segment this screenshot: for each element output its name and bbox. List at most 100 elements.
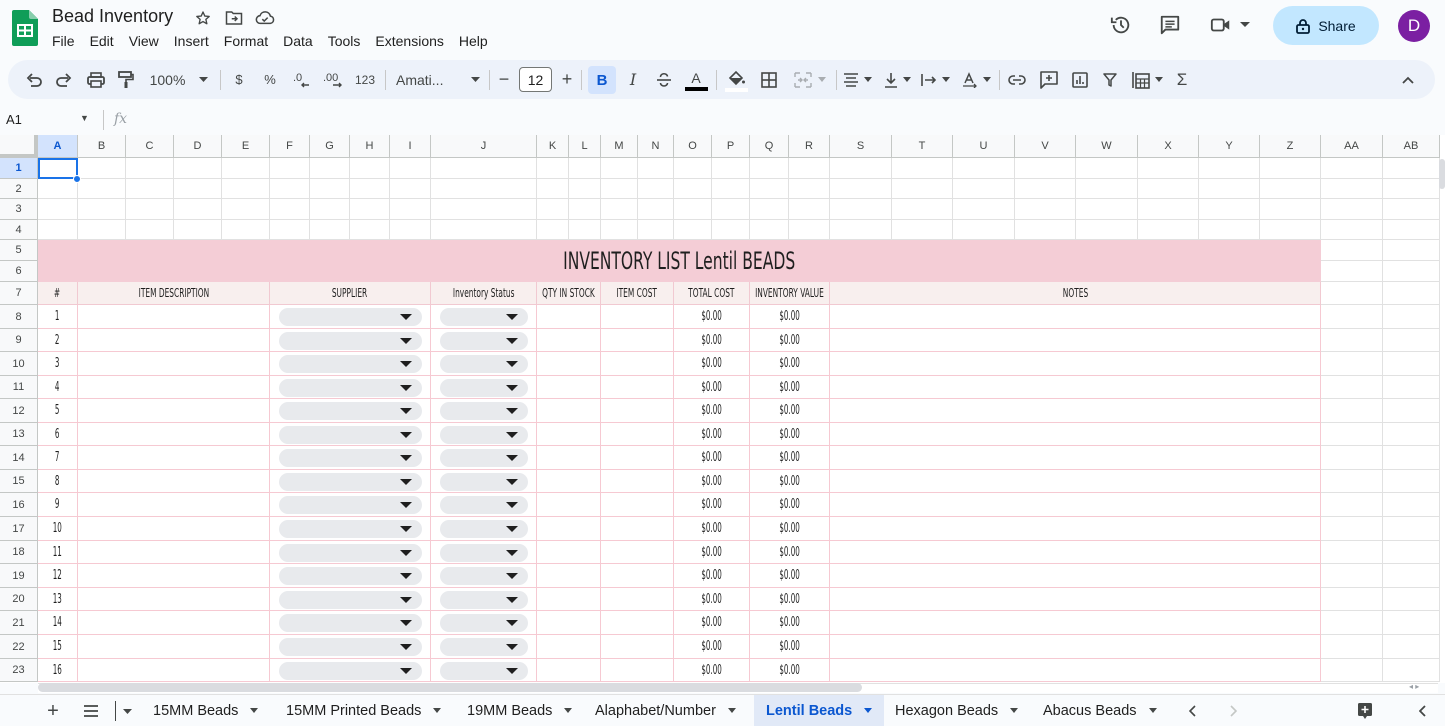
table-cell-notes[interactable]: [830, 470, 1321, 493]
text-rotation-button[interactable]: [958, 60, 994, 99]
table-cell-number[interactable]: 7: [38, 446, 78, 470]
table-cell-item-cost[interactable]: [601, 588, 674, 611]
column-header[interactable]: H: [350, 135, 390, 158]
inventory-status-dropdown[interactable]: [440, 355, 528, 373]
grid-cell[interactable]: [1321, 329, 1383, 352]
merge-cells-button[interactable]: [790, 60, 830, 99]
supplier-dropdown[interactable]: [279, 308, 422, 326]
name-box[interactable]: A1: [6, 112, 22, 127]
table-cell-notes[interactable]: [830, 588, 1321, 611]
more-formats-button[interactable]: 123: [352, 60, 378, 99]
grid-cell[interactable]: [1321, 158, 1383, 179]
supplier-dropdown[interactable]: [279, 567, 422, 585]
table-cell-total-cost[interactable]: $0.00: [674, 470, 750, 493]
table-cell-inventory-value[interactable]: $0.00: [750, 611, 830, 635]
grid-cell[interactable]: [1321, 588, 1383, 611]
grid-cell[interactable]: [1321, 493, 1383, 517]
grid-cell[interactable]: [892, 179, 953, 199]
table-header-notes[interactable]: NOTES: [830, 282, 1321, 305]
filter-views-button[interactable]: [1128, 60, 1166, 99]
grid-cell[interactable]: [390, 220, 431, 240]
grid-cell[interactable]: [953, 199, 1015, 220]
undo-icon[interactable]: [22, 60, 46, 99]
sheet-tab-chevron-down-icon[interactable]: [864, 708, 873, 713]
grid-cell[interactable]: [953, 158, 1015, 179]
grid-cell[interactable]: [789, 158, 830, 179]
table-cell-qty-in-stock[interactable]: [537, 588, 601, 611]
grid-cell[interactable]: [270, 220, 310, 240]
grid-cell[interactable]: [953, 220, 1015, 240]
table-cell-inventory-value[interactable]: $0.00: [750, 446, 830, 470]
table-cell-notes[interactable]: [830, 423, 1321, 446]
supplier-dropdown[interactable]: [279, 449, 422, 467]
row-header[interactable]: 23: [0, 659, 38, 682]
grid-cell[interactable]: [350, 220, 390, 240]
menu-help[interactable]: Help: [451, 32, 495, 50]
table-cell-qty-in-stock[interactable]: [537, 659, 601, 682]
table-cell-item-description[interactable]: [78, 305, 270, 329]
table-cell-item-description[interactable]: [78, 329, 270, 352]
grid-cell[interactable]: [222, 220, 270, 240]
sheet-tab-chevron-down-icon[interactable]: [1010, 708, 1019, 713]
column-header[interactable]: K: [537, 135, 569, 158]
supplier-dropdown[interactable]: [279, 355, 422, 373]
table-cell-notes[interactable]: [830, 635, 1321, 659]
grid-cell[interactable]: [830, 199, 892, 220]
table-cell-number[interactable]: 10: [38, 517, 78, 541]
supplier-dropdown[interactable]: [279, 590, 422, 609]
sheet-banner-title[interactable]: INVENTORY LIST Lentil BEADS: [38, 240, 1321, 282]
grid-cell[interactable]: [310, 220, 350, 240]
table-cell-qty-in-stock[interactable]: [537, 493, 601, 517]
inventory-status-dropdown[interactable]: [440, 378, 528, 397]
inventory-status-dropdown[interactable]: [440, 638, 528, 656]
scroll-tabs-left-chevron-icon[interactable]: [1184, 700, 1202, 722]
grid-cell[interactable]: [174, 220, 222, 240]
table-cell-total-cost[interactable]: $0.00: [674, 305, 750, 329]
grid-cell[interactable]: [789, 220, 830, 240]
table-cell-total-cost[interactable]: $0.00: [674, 611, 750, 635]
row-header[interactable]: 14: [0, 446, 38, 470]
column-header[interactable]: B: [78, 135, 126, 158]
grid-cell[interactable]: [712, 179, 750, 199]
grid-cell[interactable]: [1260, 220, 1321, 240]
vertical-align-button[interactable]: [880, 60, 914, 99]
row-header[interactable]: 9: [0, 329, 38, 352]
select-all-corner[interactable]: [0, 135, 38, 158]
column-header[interactable]: O: [674, 135, 712, 158]
column-header[interactable]: D: [174, 135, 222, 158]
row-header[interactable]: 19: [0, 564, 38, 588]
column-header[interactable]: X: [1138, 135, 1199, 158]
collapse-toolbar-chevron-up-icon[interactable]: [1396, 60, 1420, 99]
avatar[interactable]: D: [1398, 10, 1430, 42]
table-cell-inventory-value[interactable]: $0.00: [750, 635, 830, 659]
table-cell-qty-in-stock[interactable]: [537, 611, 601, 635]
grid-cell[interactable]: [1138, 199, 1199, 220]
table-cell-number[interactable]: 15: [38, 635, 78, 659]
grid-cell[interactable]: [537, 220, 569, 240]
grid-cell[interactable]: [1138, 220, 1199, 240]
grid-cell[interactable]: [1321, 470, 1383, 493]
table-cell-total-cost[interactable]: $0.00: [674, 446, 750, 470]
grid-cell[interactable]: [1383, 493, 1440, 517]
table-cell-number[interactable]: 9: [38, 493, 78, 517]
grid-cell[interactable]: [1199, 179, 1260, 199]
table-cell-item-cost[interactable]: [601, 446, 674, 470]
grid-cell[interactable]: [310, 158, 350, 179]
grid-cell[interactable]: [310, 199, 350, 220]
column-header[interactable]: F: [270, 135, 310, 158]
sheet-tab-chevron-down-icon[interactable]: [433, 708, 442, 713]
inventory-status-dropdown[interactable]: [440, 402, 528, 420]
table-cell-item-description[interactable]: [78, 446, 270, 470]
column-header[interactable]: N: [638, 135, 674, 158]
table-cell-item-description[interactable]: [78, 611, 270, 635]
inventory-status-dropdown[interactable]: [440, 472, 528, 491]
row-header[interactable]: 2: [0, 179, 38, 199]
grid-cell[interactable]: [1383, 240, 1440, 261]
table-cell-total-cost[interactable]: $0.00: [674, 588, 750, 611]
grid-cell[interactable]: [1321, 564, 1383, 588]
supplier-dropdown[interactable]: [279, 638, 422, 656]
table-cell-inventory-value[interactable]: $0.00: [750, 564, 830, 588]
grid-cell[interactable]: [1383, 282, 1440, 305]
table-cell-number[interactable]: 1: [38, 305, 78, 329]
table-cell-item-cost[interactable]: [601, 352, 674, 376]
